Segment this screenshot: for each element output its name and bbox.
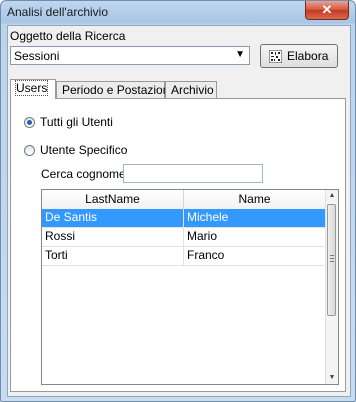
close-button[interactable]: ✕ — [305, 1, 349, 20]
scroll-thumb[interactable] — [327, 204, 336, 316]
radio-tutti-label[interactable]: Tutti gli Utenti — [40, 115, 113, 129]
scroll-up-icon[interactable]: ▲ — [326, 190, 338, 202]
cell-lastname: Torti — [42, 247, 184, 265]
tab-periodo-label: Periodo e Postazioni — [62, 83, 173, 97]
radio-tutti-utenti[interactable] — [24, 117, 35, 128]
column-header-name[interactable]: Name — [184, 190, 326, 209]
close-icon: ✕ — [321, 2, 333, 17]
client-area: Oggetto della Ricerca Sessioni ▼ Elabora… — [7, 25, 351, 397]
table-header: LastName Name — [42, 190, 327, 210]
tab-periodo-postazioni[interactable]: Periodo e Postazioni — [56, 81, 172, 98]
oggetto-select-value: Sessioni — [14, 49, 60, 63]
vertical-scrollbar[interactable]: ▲ ▼ — [325, 190, 338, 384]
cerca-cognome-input[interactable] — [123, 164, 263, 183]
grip-line — [330, 261, 334, 262]
users-table: LastName Name De Santis Michele Rossi Ma… — [41, 189, 339, 385]
oggetto-select[interactable]: Sessioni ▼ — [10, 46, 250, 65]
tab-archivio[interactable]: Archivio — [165, 81, 217, 98]
cell-name: Mario — [184, 228, 326, 246]
grip-line — [330, 255, 334, 256]
table-row[interactable]: Rossi Mario — [42, 228, 326, 247]
tab-users[interactable]: Users — [10, 79, 56, 99]
tab-archivio-label: Archivio — [171, 83, 214, 97]
table-body: De Santis Michele Rossi Mario Torti Fran… — [42, 209, 326, 266]
chevron-down-icon[interactable]: ▼ — [235, 49, 245, 60]
cell-lastname: Rossi — [42, 228, 184, 246]
radio-utente-specifico[interactable] — [24, 145, 35, 156]
table-row[interactable]: De Santis Michele — [42, 209, 326, 228]
cell-name: Michele — [184, 209, 326, 227]
tab-users-label: Users — [14, 80, 49, 96]
cell-lastname: De Santis — [42, 209, 184, 227]
elabora-label: Elabora — [287, 49, 329, 63]
title-bar[interactable]: Analisi dell'archivio ✕ — [1, 1, 355, 25]
radio-selected-dot — [27, 120, 32, 125]
analysis-window: Analisi dell'archivio ✕ Oggetto della Ri… — [0, 0, 356, 402]
table-row[interactable]: Torti Franco — [42, 247, 326, 266]
radio-specifico-label[interactable]: Utente Specifico — [40, 143, 127, 157]
oggetto-label: Oggetto della Ricerca — [10, 29, 126, 43]
cell-name: Franco — [184, 247, 326, 265]
grip-line — [330, 258, 334, 259]
elabora-button[interactable]: Elabora — [260, 44, 338, 68]
window-title: Analisi dell'archivio — [7, 5, 109, 19]
column-header-lastname[interactable]: LastName — [42, 190, 184, 209]
barcode-icon — [269, 50, 282, 63]
cerca-cognome-label: Cerca cognome — [41, 167, 126, 181]
users-tab-page: Tutti gli Utenti Utente Specifico Cerca … — [10, 98, 346, 392]
scroll-down-icon[interactable]: ▼ — [326, 372, 338, 384]
